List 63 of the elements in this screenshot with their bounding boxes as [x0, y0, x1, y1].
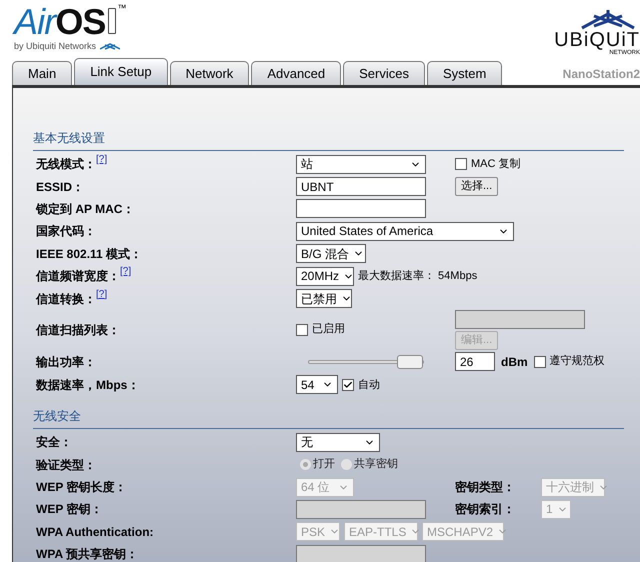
field-label: 国家代码： [36, 223, 96, 240]
button[interactable]: 选择... [455, 177, 498, 196]
tab[interactable]: Advanced [251, 61, 342, 85]
dropdown[interactable]: 站 [296, 154, 426, 174]
input-field[interactable]: UBNT [296, 177, 426, 196]
checkbox[interactable] [455, 158, 467, 170]
field-label: WEP 密钥长度： [36, 479, 126, 496]
field-label: ESSID： [36, 178, 84, 196]
checkbox-label: 遵守规范权 [550, 354, 605, 370]
help-link[interactable]: [?] [120, 264, 132, 280]
logo-air: Air [14, 4, 56, 40]
help-link[interactable]: [?] [96, 286, 108, 302]
dropdown[interactable]: 54 [296, 375, 338, 394]
section-title: 基本无线设置 [33, 131, 105, 145]
antenna-icon [580, 10, 636, 30]
field-label: 输出功率： [36, 354, 96, 371]
section-title: 无线安全 [33, 409, 81, 424]
field-label: WEP 密钥： [36, 501, 102, 518]
dropdown[interactable]: B/G 混合 [296, 244, 366, 264]
tab[interactable]: System [427, 61, 502, 85]
brand-name: UBiQUiT [554, 30, 640, 50]
antenna-icon [100, 43, 120, 50]
device-name: NanoStation2 [562, 66, 640, 83]
radio-label: 共享密钥 [354, 456, 398, 472]
field-label: 密钥索引： [455, 501, 516, 518]
field-label: 验证类型： [36, 456, 96, 474]
radio-label: 打开 [313, 457, 335, 472]
checkbox-label: MAC 复制 [471, 156, 520, 172]
unit-label: dBm [501, 354, 528, 371]
input-field[interactable]: 26 [455, 352, 495, 372]
logo-os: OS [55, 4, 106, 40]
dropdown[interactable]: 无 [296, 432, 380, 452]
field-label: 信道转换： [36, 290, 96, 308]
field-label: 安全： [36, 434, 72, 452]
field-label: 密钥类型： [455, 479, 516, 496]
field-label: 锁定到 AP MAC： [36, 200, 134, 218]
field-label: WPA 预共享密钥： [36, 546, 138, 562]
tab[interactable]: Link Setup [74, 58, 168, 85]
field-label: 信道频谱宽度： [36, 268, 120, 286]
logo-byline: by Ubiquiti Networks [14, 40, 96, 53]
max-rate-note: 最大数据速率： 54Mbps [358, 268, 478, 284]
dropdown[interactable]: 20MHz [296, 266, 354, 286]
tab[interactable]: Network [170, 61, 250, 85]
field-label: IEEE 802.11 模式： [36, 246, 142, 263]
tab[interactable]: Services [343, 61, 425, 85]
checkbox[interactable] [342, 378, 354, 391]
checkbox[interactable] [534, 356, 546, 368]
field-label: 无线模式： [36, 156, 96, 174]
checkbox[interactable] [296, 324, 308, 336]
dropdown[interactable]: United States of America [296, 222, 514, 241]
checkbox-label: 已启用 [312, 322, 345, 338]
radio-device-icon [108, 8, 116, 34]
check-icon [343, 380, 353, 390]
tab[interactable]: Main [12, 61, 72, 85]
trademark: ™ [118, 4, 127, 13]
help-link[interactable]: [?] [96, 152, 108, 168]
field-label: 信道扫描列表： [36, 322, 120, 339]
field-label: 数据速率，Mbps： [36, 376, 140, 394]
dropdown[interactable]: 已禁用 [296, 289, 352, 308]
slider-thumb[interactable] [397, 354, 423, 369]
input-field[interactable] [296, 199, 426, 218]
field-label: WPA Authentication: [36, 524, 154, 541]
checkbox-label: 自动 [358, 378, 380, 393]
